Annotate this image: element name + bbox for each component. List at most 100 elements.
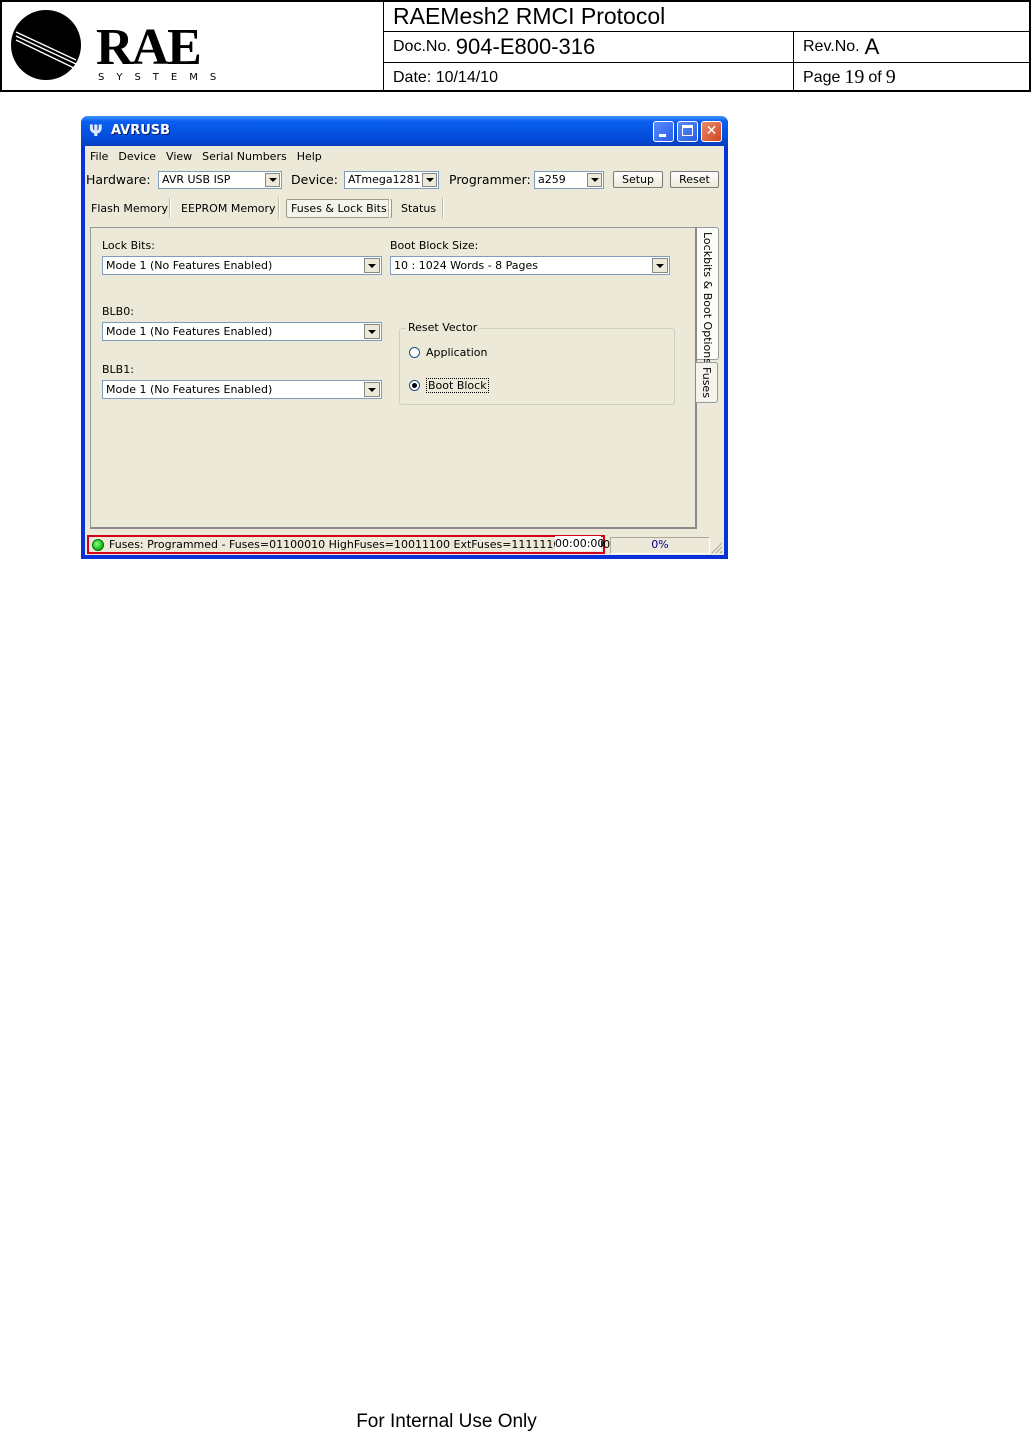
close-icon: ✕: [705, 123, 718, 139]
logo-cell: RAE SYSTEMS: [2, 2, 384, 92]
blb0-value: Mode 1 (No Features Enabled): [106, 325, 273, 338]
minimize-icon: [659, 134, 666, 137]
side-tab-fuses[interactable]: Fuses: [696, 362, 718, 403]
menu-help[interactable]: Help: [297, 150, 322, 163]
maximize-button[interactable]: [677, 121, 698, 142]
chevron-down-icon[interactable]: [364, 258, 380, 273]
page-number-cell: Page 19 of 9: [794, 63, 1029, 92]
radio-boot-block-label: Boot Block: [426, 378, 489, 393]
chevron-down-icon[interactable]: [422, 173, 437, 187]
avrusb-window: Ψ AVRUSB ✕ File Device View Serial Numbe…: [81, 116, 728, 559]
lockbits-panel: Lock Bits: Mode 1 (No Features Enabled) …: [90, 227, 697, 529]
tab-separator: [388, 198, 390, 218]
boot-block-size-value: 10 : 1024 Words - 8 Pages: [394, 259, 539, 272]
chevron-down-icon[interactable]: [652, 258, 668, 273]
window-client: File Device View Serial Numbers Help Har…: [85, 146, 724, 555]
radio-checked-icon[interactable]: [409, 380, 420, 391]
status-progress: 0%: [610, 537, 710, 554]
doc-number: 904-E800-316: [455, 34, 596, 59]
status-timer: 00:00:00: [555, 536, 605, 551]
minimize-button[interactable]: [653, 121, 674, 142]
side-tab-lockbits-boot-options[interactable]: Lockbits & Boot Options: [697, 227, 719, 364]
lock-bits-value: Mode 1 (No Features Enabled): [106, 259, 273, 272]
hardware-select[interactable]: AVR USB ISP: [158, 171, 282, 189]
setup-button[interactable]: Setup: [613, 171, 663, 188]
page-total: 9: [885, 66, 896, 88]
hardware-label: Hardware:: [86, 172, 151, 187]
chevron-down-icon[interactable]: [587, 173, 602, 187]
maximize-icon: [682, 125, 693, 136]
menu-serial-numbers[interactable]: Serial Numbers: [202, 150, 287, 163]
page-label: Page: [803, 68, 841, 86]
reset-button[interactable]: Reset: [670, 171, 719, 188]
status-bar: Fuses: Programmed - Fuses=01100010 HighF…: [85, 535, 724, 555]
doc-number-cell: Doc.No. 904-E800-316: [384, 32, 794, 62]
date-cell: Date: 10/14/10: [384, 63, 794, 92]
tab-status[interactable]: Status: [401, 202, 436, 215]
menu-view[interactable]: View: [166, 150, 192, 163]
chevron-down-icon[interactable]: [364, 324, 380, 339]
programmer-select[interactable]: a259: [534, 171, 604, 189]
hardware-value: AVR USB ISP: [162, 173, 231, 186]
revision-cell: Rev.No. A: [794, 32, 1029, 62]
radio-application[interactable]: Application: [409, 346, 487, 359]
title-bar[interactable]: Ψ AVRUSB ✕: [81, 116, 728, 146]
blb1-value: Mode 1 (No Features Enabled): [106, 383, 273, 396]
revision-label: Rev.No.: [803, 38, 860, 55]
blb0-select[interactable]: Mode 1 (No Features Enabled): [102, 322, 382, 341]
radio-unchecked-icon[interactable]: [409, 347, 420, 358]
reset-vector-group: Reset Vector Application Boot Block: [399, 321, 675, 405]
side-tab-lockbits-label: Lockbits & Boot Options: [701, 232, 714, 364]
status-text: Fuses: Programmed - Fuses=01100010 HighF…: [109, 538, 611, 551]
menu-bar: File Device View Serial Numbers Help: [85, 146, 724, 166]
radio-boot-block[interactable]: Boot Block: [409, 378, 489, 393]
programmer-value: a259: [538, 173, 566, 186]
device-label: Device:: [291, 172, 338, 187]
tab-separator: [169, 198, 171, 218]
tab-separator: [278, 198, 280, 218]
header-row-title: RAEMesh2 RMCI Protocol: [384, 2, 1029, 32]
date-label: Date: 10/14/10: [393, 68, 498, 86]
boot-block-size-select[interactable]: 10 : 1024 Words - 8 Pages: [390, 256, 670, 275]
doc-number-label: Doc.No.: [393, 38, 451, 55]
revision-value: A: [864, 34, 880, 59]
tab-flash-memory[interactable]: Flash Memory: [91, 202, 168, 215]
blb1-label: BLB1:: [102, 363, 134, 376]
page-of: of: [868, 68, 882, 86]
logo-subword: SYSTEMS: [98, 72, 229, 83]
status-led-icon: [92, 539, 104, 551]
rae-systems-logo: RAE SYSTEMS: [10, 8, 220, 84]
blb1-select[interactable]: Mode 1 (No Features Enabled): [102, 380, 382, 399]
reset-vector-title: Reset Vector: [406, 321, 480, 334]
logo-globe-icon: [11, 10, 81, 80]
programmer-label: Programmer:: [449, 172, 531, 187]
radio-application-label: Application: [426, 346, 488, 359]
toolbar: Hardware: AVR USB ISP Device: ATmega1281…: [85, 167, 724, 193]
tab-separator: [442, 198, 444, 218]
logo-wordmark: RAE: [96, 19, 202, 76]
window-title: AVRUSB: [111, 123, 171, 138]
tab-eeprom-memory[interactable]: EEPROM Memory: [181, 202, 276, 215]
menu-device[interactable]: Device: [118, 150, 156, 163]
main-tabs: Flash Memory EEPROM Memory Fuses & Lock …: [85, 196, 724, 220]
chevron-down-icon[interactable]: [364, 382, 380, 397]
tab-fuses-lock-bits[interactable]: Fuses & Lock Bits: [286, 199, 392, 218]
footer-note: For Internal Use Only: [356, 1411, 537, 1432]
chevron-down-icon[interactable]: [265, 173, 280, 187]
device-value: ATmega1281: [348, 173, 421, 186]
document-title: RAEMesh2 RMCI Protocol: [393, 3, 666, 29]
document-header: RAE SYSTEMS RAEMesh2 RMCI Protocol Doc.N…: [0, 0, 1031, 92]
blb0-label: BLB0:: [102, 305, 134, 318]
lock-bits-select[interactable]: Mode 1 (No Features Enabled): [102, 256, 382, 275]
lock-bits-label: Lock Bits:: [102, 239, 155, 252]
side-tab-fuses-label: Fuses: [700, 367, 713, 398]
device-select[interactable]: ATmega1281: [344, 171, 439, 189]
header-row-date: Date: 10/14/10 Page 19 of 9: [384, 63, 1029, 92]
antenna-icon: Ψ: [89, 121, 103, 140]
resize-grip-icon[interactable]: [710, 541, 722, 553]
boot-block-size-label: Boot Block Size:: [390, 239, 479, 252]
header-row-docno: Doc.No. 904-E800-316 Rev.No. A: [384, 32, 1029, 63]
menu-file[interactable]: File: [90, 150, 108, 163]
page-current: 19: [844, 66, 865, 88]
close-button[interactable]: ✕: [701, 121, 722, 142]
